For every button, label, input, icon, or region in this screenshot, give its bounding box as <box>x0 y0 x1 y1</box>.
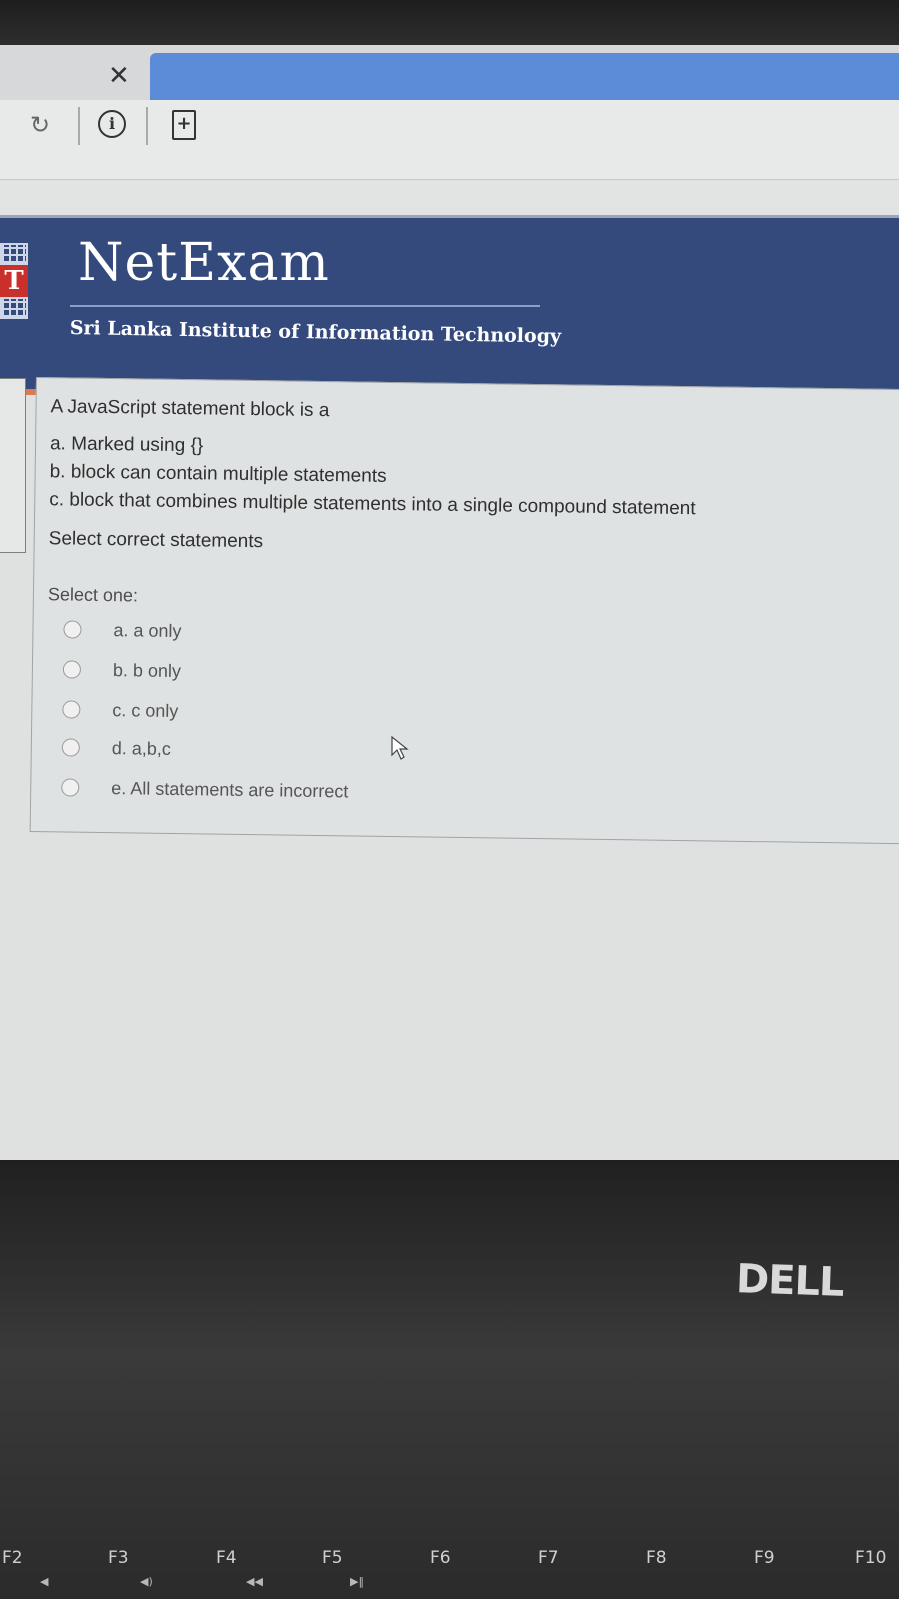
key-f6: F6 <box>430 1548 451 1568</box>
new-page-icon[interactable]: + <box>172 110 196 140</box>
option-label: c. c only <box>112 699 179 721</box>
key-f5: F5 <box>322 1548 343 1568</box>
key-f9: F9 <box>754 1548 775 1568</box>
radio-button[interactable] <box>61 778 80 797</box>
radio-button[interactable] <box>63 620 82 639</box>
select-one-label: Select one: <box>47 584 139 606</box>
laptop-bezel-bottom <box>0 1160 899 1599</box>
key-f3: F3 <box>108 1548 129 1568</box>
key-f4: F4 <box>216 1548 237 1568</box>
logo-grid-icon <box>0 297 28 319</box>
option-label: b. b only <box>112 659 182 681</box>
reload-icon[interactable]: ↻ <box>30 111 50 139</box>
question-instruction: Select correct statements <box>48 528 264 553</box>
info-icon[interactable]: i <box>98 110 126 138</box>
option-b[interactable]: b. b only <box>62 654 182 686</box>
laptop-bezel-top <box>0 0 899 50</box>
option-d[interactable]: d. a,b,c <box>61 732 172 764</box>
address-bar <box>0 100 899 180</box>
dell-logo: DELL <box>735 1256 845 1306</box>
key-f10: F10 <box>855 1548 887 1568</box>
option-a[interactable]: a. a only <box>63 614 182 646</box>
toolbar-divider <box>78 107 80 145</box>
option-label: e. All statements are incorrect <box>111 777 349 801</box>
radio-button[interactable] <box>62 700 81 719</box>
option-label: a. a only <box>113 619 182 641</box>
option-e[interactable]: e. All statements are incorrect <box>61 772 349 806</box>
option-c[interactable]: c. c only <box>62 694 179 726</box>
key-f2: F2 <box>2 1548 23 1568</box>
statement-b: b. block can contain multiple statements <box>49 461 387 487</box>
statement-c: c. block that combines multiple statemen… <box>49 489 696 520</box>
question-title: A JavaScript statement block is a <box>50 396 330 422</box>
sliit-logo: T <box>0 243 30 325</box>
screen: ✕ ↻ i + T NetExam Sri Lanka Institute of… <box>0 45 899 1180</box>
logo-grid-icon <box>0 243 28 265</box>
statement-a: a. Marked using {} <box>49 433 204 457</box>
toolbar-divider <box>146 107 148 145</box>
previous-track-icon: ◀◀ <box>246 1575 263 1588</box>
volume-icon: ◀) <box>140 1575 153 1588</box>
brand-title: NetExam <box>78 233 330 293</box>
mute-icon: ◀ <box>40 1575 49 1588</box>
logo-letter: T <box>0 265 28 297</box>
mouse-cursor-icon <box>391 735 409 760</box>
radio-button[interactable] <box>61 738 80 757</box>
key-f8: F8 <box>646 1548 667 1568</box>
option-label: d. a,b,c <box>111 737 172 759</box>
play-pause-icon: ▶‖ <box>350 1575 364 1588</box>
key-f7: F7 <box>538 1548 559 1568</box>
quiz-navigation-box <box>0 378 26 553</box>
radio-button[interactable] <box>62 660 82 679</box>
close-tab-icon[interactable]: ✕ <box>108 61 130 91</box>
question-box: A JavaScript statement block is a a. Mar… <box>29 377 899 845</box>
brand-underline <box>70 305 540 307</box>
